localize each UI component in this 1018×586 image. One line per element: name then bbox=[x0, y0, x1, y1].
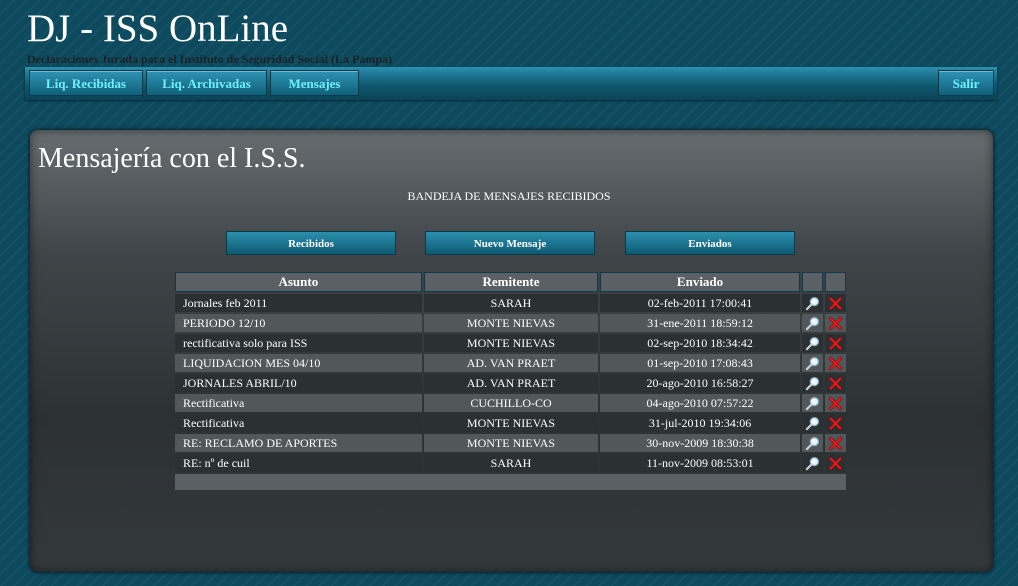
view-cell bbox=[801, 434, 823, 452]
delete-cell bbox=[824, 414, 846, 432]
sent-date-cell: 20-ago-2010 16:58:27 bbox=[600, 374, 800, 392]
subject-cell[interactable]: rectificativa solo para ISS bbox=[175, 334, 422, 352]
messages-table: Asunto Remitente Enviado Jornales feb 20… bbox=[173, 270, 848, 492]
magnifier-icon[interactable] bbox=[805, 376, 820, 391]
sender-cell: CUCHILLO-CO bbox=[423, 394, 599, 412]
view-cell bbox=[801, 354, 823, 372]
header-sender[interactable]: Remitente bbox=[423, 272, 599, 292]
nav-liq-archivadas[interactable]: Liq. Archivadas bbox=[146, 70, 267, 96]
app-subtitle: Declaraciones Jurada para el Instituto d… bbox=[27, 52, 392, 66]
sent-date-cell: 30-nov-2009 18:30:38 bbox=[600, 434, 800, 452]
sender-cell: AD. VAN PRAET bbox=[423, 354, 599, 372]
delete-cell bbox=[824, 374, 846, 392]
sender-cell: MONTE NIEVAS bbox=[423, 314, 599, 332]
magnifier-icon[interactable] bbox=[805, 416, 820, 431]
table-row[interactable]: PERIODO 12/10 MONTE NIEVAS 31-ene-2011 1… bbox=[175, 314, 846, 332]
table-row[interactable]: Rectificativa MONTE NIEVAS 31-jul-2010 1… bbox=[175, 414, 846, 432]
table-header-row: Asunto Remitente Enviado bbox=[175, 272, 846, 292]
delete-cell bbox=[824, 454, 846, 472]
header-sent[interactable]: Enviado bbox=[600, 272, 800, 292]
main-navbar: Liq. Recibidas Liq. Archivadas Mensajes … bbox=[25, 67, 997, 100]
magnifier-icon[interactable] bbox=[805, 336, 820, 351]
sent-date-cell: 31-ene-2011 18:59:12 bbox=[600, 314, 800, 332]
subject-cell[interactable]: Rectificativa bbox=[175, 414, 422, 432]
delete-x-icon[interactable] bbox=[828, 356, 843, 371]
sent-date-cell: 31-jul-2010 19:34:06 bbox=[600, 414, 800, 432]
table-row[interactable]: Rectificativa CUCHILLO-CO 04-ago-2010 07… bbox=[175, 394, 846, 412]
delete-cell bbox=[824, 314, 846, 332]
sender-cell: MONTE NIEVAS bbox=[423, 414, 599, 432]
header-delete bbox=[824, 272, 846, 292]
app-title: DJ - ISS OnLine bbox=[27, 7, 289, 50]
delete-x-icon[interactable] bbox=[828, 396, 843, 411]
page-title: Mensajería con el I.S.S. bbox=[38, 143, 306, 174]
table-row[interactable]: RE: RECLAMO DE APORTES MONTE NIEVAS 30-n… bbox=[175, 434, 846, 452]
magnifier-icon[interactable] bbox=[805, 316, 820, 331]
subject-cell[interactable]: RE: nº de cuil bbox=[175, 454, 422, 472]
view-cell bbox=[801, 314, 823, 332]
delete-x-icon[interactable] bbox=[828, 316, 843, 331]
delete-cell bbox=[824, 354, 846, 372]
delete-cell bbox=[824, 294, 846, 312]
table-row[interactable]: JORNALES ABRIL/10 AD. VAN PRAET 20-ago-2… bbox=[175, 374, 846, 392]
table-row[interactable]: RE: nº de cuil SARAH 11-nov-2009 08:53:0… bbox=[175, 454, 846, 472]
sender-cell: MONTE NIEVAS bbox=[423, 434, 599, 452]
table-row[interactable]: LIQUIDACION MES 04/10 AD. VAN PRAET 01-s… bbox=[175, 354, 846, 372]
logout-button[interactable]: Salir bbox=[938, 70, 994, 96]
view-cell bbox=[801, 374, 823, 392]
magnifier-icon[interactable] bbox=[805, 296, 820, 311]
page-subtitle: BANDEJA DE MENSAJES RECIBIDOS bbox=[407, 189, 611, 203]
magnifier-icon[interactable] bbox=[805, 396, 820, 411]
subject-cell[interactable]: Jornales feb 2011 bbox=[175, 294, 422, 312]
subject-cell[interactable]: RE: RECLAMO DE APORTES bbox=[175, 434, 422, 452]
view-cell bbox=[801, 294, 823, 312]
delete-x-icon[interactable] bbox=[828, 296, 843, 311]
view-cell bbox=[801, 394, 823, 412]
delete-x-icon[interactable] bbox=[828, 456, 843, 471]
table-footer-cell bbox=[175, 474, 846, 490]
sender-cell: SARAH bbox=[423, 454, 599, 472]
delete-x-icon[interactable] bbox=[828, 336, 843, 351]
delete-x-icon[interactable] bbox=[828, 376, 843, 391]
view-cell bbox=[801, 334, 823, 352]
header-subject[interactable]: Asunto bbox=[175, 272, 422, 292]
nav-mensajes[interactable]: Mensajes bbox=[270, 70, 359, 96]
magnifier-icon[interactable] bbox=[805, 456, 820, 471]
sender-cell: SARAH bbox=[423, 294, 599, 312]
sender-cell: MONTE NIEVAS bbox=[423, 334, 599, 352]
sent-date-cell: 02-sep-2010 18:34:42 bbox=[600, 334, 800, 352]
sent-button[interactable]: Enviados bbox=[625, 231, 795, 255]
sender-cell: AD. VAN PRAET bbox=[423, 374, 599, 392]
table-footer bbox=[175, 474, 846, 490]
delete-cell bbox=[824, 434, 846, 452]
new-message-button[interactable]: Nuevo Mensaje bbox=[425, 231, 595, 255]
sent-date-cell: 02-feb-2011 17:00:41 bbox=[600, 294, 800, 312]
delete-cell bbox=[824, 334, 846, 352]
magnifier-icon[interactable] bbox=[805, 436, 820, 451]
sent-date-cell: 01-sep-2010 17:08:43 bbox=[600, 354, 800, 372]
sent-date-cell: 04-ago-2010 07:57:22 bbox=[600, 394, 800, 412]
delete-x-icon[interactable] bbox=[828, 436, 843, 451]
delete-x-icon[interactable] bbox=[828, 416, 843, 431]
nav-liq-recibidas[interactable]: Liq. Recibidas bbox=[29, 70, 143, 96]
table-row[interactable]: Jornales feb 2011 SARAH 02-feb-2011 17:0… bbox=[175, 294, 846, 312]
messages-table-body: Jornales feb 2011 SARAH 02-feb-2011 17:0… bbox=[175, 294, 846, 472]
delete-cell bbox=[824, 394, 846, 412]
subject-cell[interactable]: PERIODO 12/10 bbox=[175, 314, 422, 332]
header-view bbox=[801, 272, 823, 292]
view-cell bbox=[801, 414, 823, 432]
table-row[interactable]: rectificativa solo para ISS MONTE NIEVAS… bbox=[175, 334, 846, 352]
view-cell bbox=[801, 454, 823, 472]
received-button[interactable]: Recibidos bbox=[226, 231, 396, 255]
subject-cell[interactable]: LIQUIDACION MES 04/10 bbox=[175, 354, 422, 372]
magnifier-icon[interactable] bbox=[805, 356, 820, 371]
subject-cell[interactable]: JORNALES ABRIL/10 bbox=[175, 374, 422, 392]
subject-cell[interactable]: Rectificativa bbox=[175, 394, 422, 412]
sent-date-cell: 11-nov-2009 08:53:01 bbox=[600, 454, 800, 472]
